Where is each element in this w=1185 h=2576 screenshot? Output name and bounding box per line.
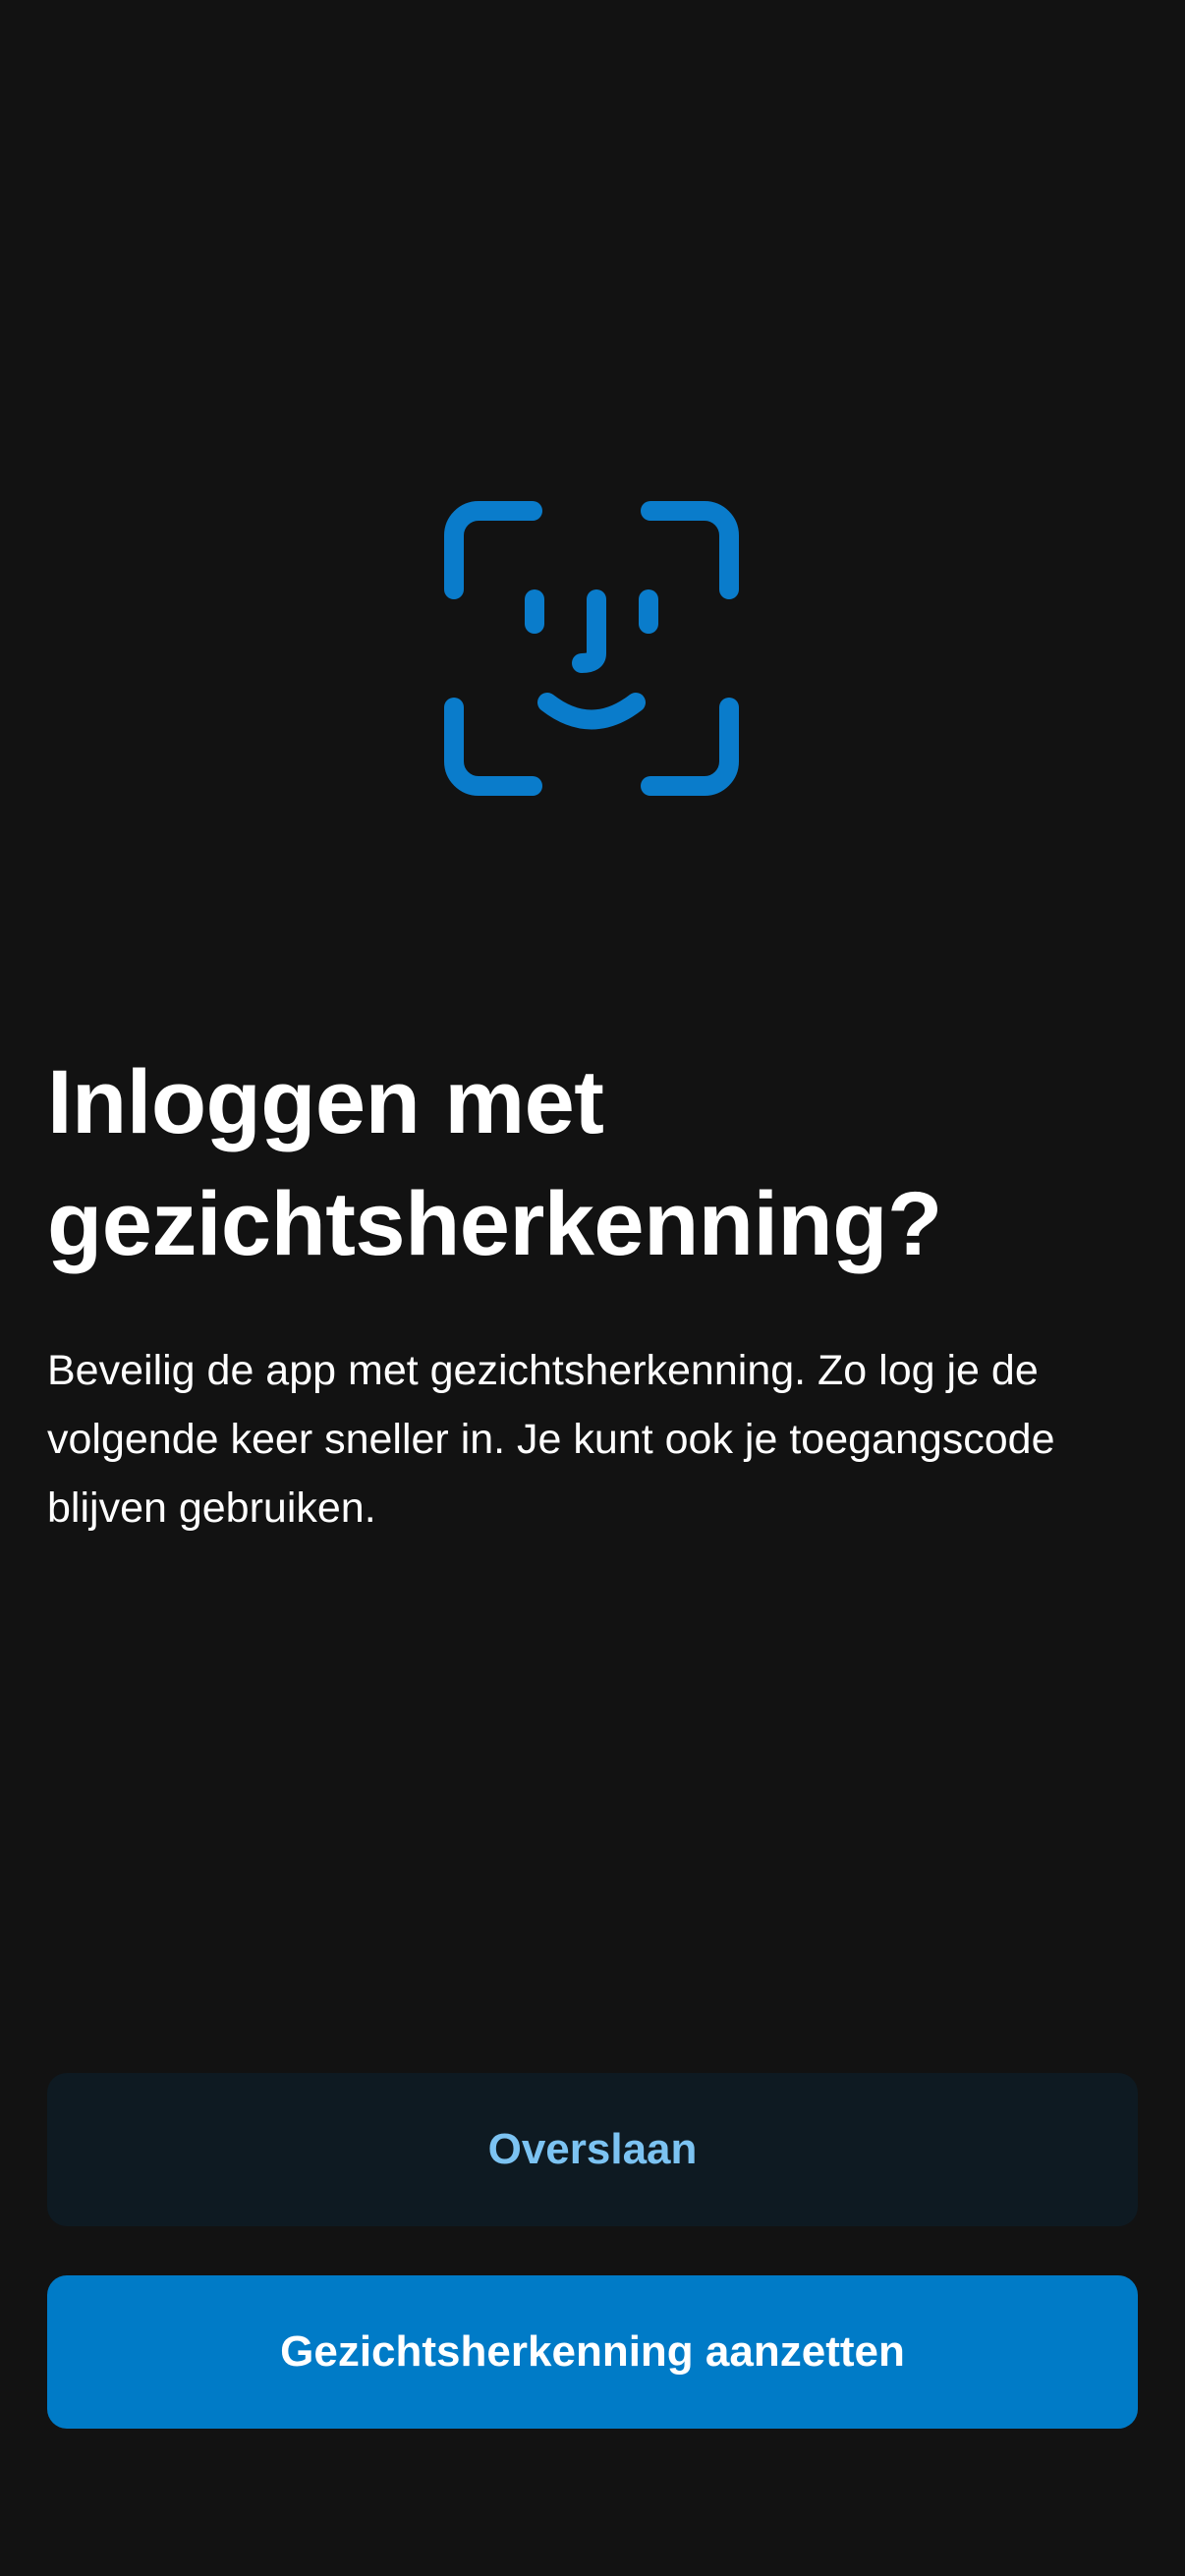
page-title: Inloggen met gezichtsherkenning? xyxy=(47,1052,942,1274)
description-text: Beveilig de app met gezichtsherkenning. … xyxy=(47,1347,1055,1532)
skip-button[interactable]: Overslaan xyxy=(47,2073,1138,2226)
face-id-onboarding-screen: Inloggen met gezichtsherkenning? Beveili… xyxy=(0,0,1185,2576)
enable-face-id-button[interactable]: Gezichtsherkenning aanzetten xyxy=(47,2275,1138,2429)
face-id-icon xyxy=(444,501,739,796)
